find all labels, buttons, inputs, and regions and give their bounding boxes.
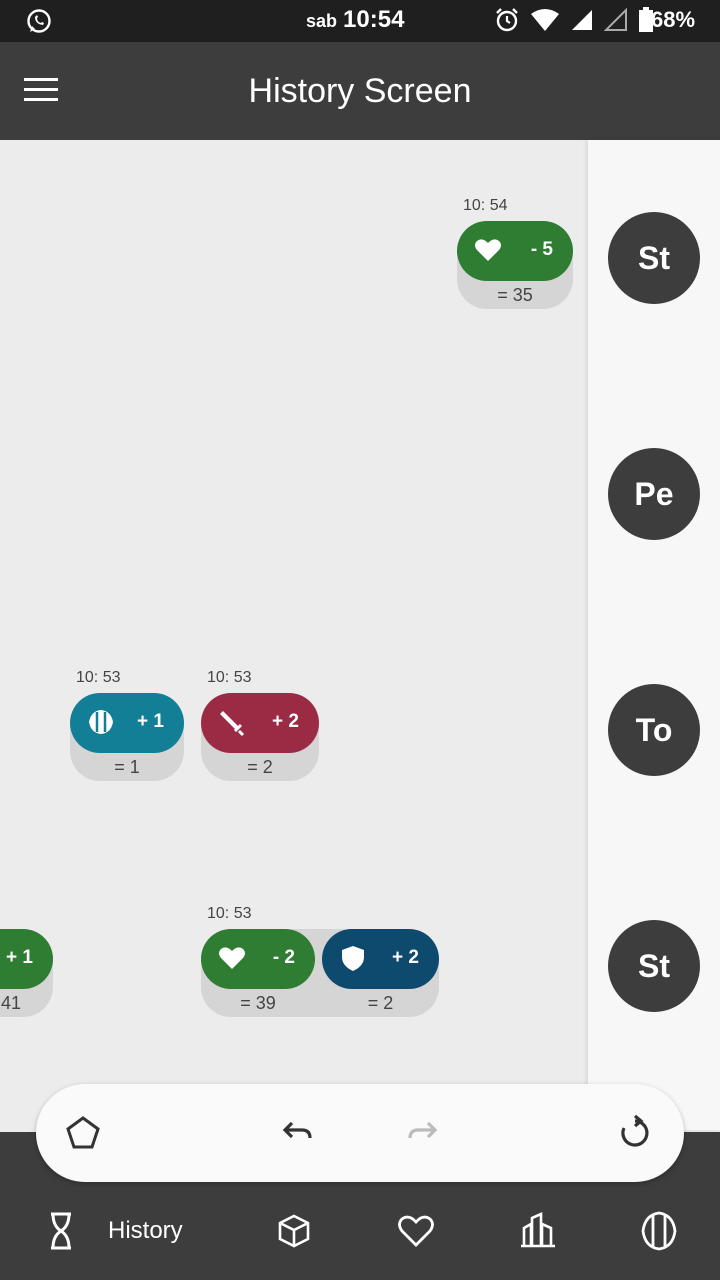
event-result: = 2 — [247, 757, 273, 777]
group-time: 10: 53 — [76, 669, 121, 686]
hourglass-icon — [51, 1212, 71, 1250]
status-clock: sab 10:54 — [306, 6, 404, 34]
status-time: 10:54 — [343, 6, 405, 33]
history-group: + 1 41 — [0, 905, 53, 1019]
nav-experience[interactable] — [640, 1210, 678, 1252]
action-bar — [36, 1084, 684, 1182]
app-bar: History Screen — [0, 42, 720, 140]
wifi-icon — [531, 9, 559, 31]
event-chip[interactable]: - 5 — [457, 221, 573, 281]
nav-cube[interactable] — [276, 1210, 312, 1252]
event-chip[interactable]: - 2 — [201, 929, 315, 989]
status-day: sab — [306, 11, 338, 31]
history-group: 10: 53 + 2 = 2 — [201, 669, 319, 783]
event-delta: + 1 — [6, 947, 33, 968]
reset-icon[interactable] — [616, 1114, 654, 1152]
history-group: 10: 53 - 2 = 39 + 2 = 2 — [201, 905, 439, 1019]
event-chip[interactable]: + 2 — [201, 693, 319, 753]
redo-icon[interactable] — [404, 1114, 442, 1152]
event-delta: - 2 — [272, 947, 295, 968]
page-title: History Screen — [248, 72, 472, 110]
sword-icon — [220, 711, 245, 737]
heart-icon — [475, 239, 501, 261]
history-timeline[interactable]: 10: 54 - 5 = 35 10: 53 + 1 = 1 10: 53 + … — [0, 140, 588, 1130]
event-delta: - 5 — [530, 239, 553, 260]
battery-percent: 68% — [651, 7, 696, 32]
status-bar: sab 10:54 68% — [0, 0, 720, 42]
history-group: 10: 54 - 5 = 35 — [457, 197, 573, 311]
whatsapp-icon — [27, 9, 51, 33]
event-result: = 39 — [240, 993, 276, 1013]
history-group: 10: 53 + 1 = 1 — [70, 669, 184, 783]
nav-stats[interactable] — [519, 1210, 557, 1252]
alarm-icon — [496, 8, 518, 32]
buildings-icon — [521, 1212, 555, 1248]
player-column: St Pe To St — [588, 140, 720, 1130]
experience-icon — [89, 710, 113, 734]
nav-life[interactable] — [397, 1210, 435, 1252]
event-chip[interactable]: + 2 — [322, 929, 439, 989]
event-result: = 35 — [497, 285, 533, 305]
event-delta: + 1 — [137, 711, 164, 732]
player-avatar[interactable]: To — [608, 684, 700, 776]
signal-empty-icon — [604, 8, 627, 31]
nav-history-label: History — [108, 1217, 183, 1244]
group-time: 10: 53 — [207, 669, 252, 686]
cube-icon — [278, 1214, 310, 1248]
player-avatar[interactable]: St — [608, 212, 700, 304]
shield-icon — [342, 946, 364, 971]
event-result: = 2 — [367, 993, 394, 1013]
player-avatar[interactable]: St — [608, 920, 700, 1012]
heart-icon — [219, 947, 245, 969]
signal-icon — [572, 10, 592, 30]
event-result: = 1 — [114, 757, 140, 777]
status-icons — [494, 7, 654, 33]
group-time: 10: 53 — [207, 905, 252, 922]
heart-outline-icon — [398, 1215, 434, 1247]
undo-icon[interactable] — [278, 1114, 316, 1152]
event-result: 41 — [0, 993, 22, 1013]
event-delta: + 2 — [272, 711, 299, 732]
experience-outline-icon — [641, 1211, 677, 1251]
player-avatar[interactable]: Pe — [608, 448, 700, 540]
pentagon-icon[interactable] — [64, 1114, 102, 1152]
group-time: 10: 54 — [463, 197, 508, 214]
event-chip[interactable]: + 1 — [70, 693, 184, 753]
event-delta: + 2 — [392, 947, 419, 968]
nav-history[interactable]: History — [48, 1210, 183, 1252]
